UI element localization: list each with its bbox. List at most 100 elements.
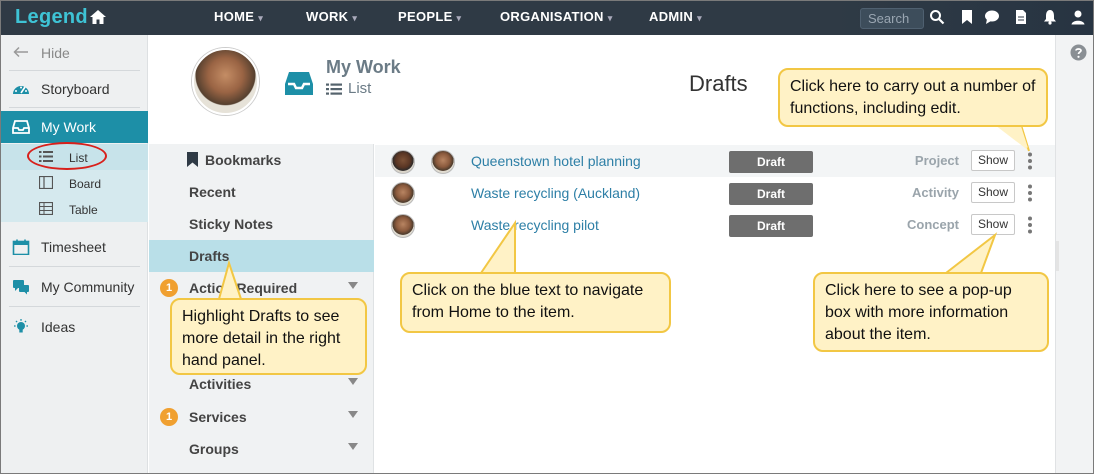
sidebar-subitem-board[interactable]: Board bbox=[1, 170, 148, 196]
menu-item-drafts[interactable]: Drafts bbox=[149, 240, 374, 272]
menu-item-services[interactable]: 1 Services bbox=[149, 401, 374, 433]
search-icon[interactable] bbox=[929, 9, 945, 25]
table-icon bbox=[39, 202, 53, 215]
dashboard-icon bbox=[13, 86, 29, 94]
search-input[interactable]: Search bbox=[860, 8, 924, 29]
nav-home[interactable]: HOME ▾ bbox=[214, 9, 263, 24]
show-button[interactable]: Show bbox=[971, 150, 1015, 171]
nav-work-label: WORK bbox=[306, 9, 349, 24]
home-icon[interactable] bbox=[89, 8, 107, 26]
right-utility-rail bbox=[1055, 35, 1093, 473]
sidebar-divider bbox=[9, 107, 140, 108]
app-logo[interactable]: Legend bbox=[15, 6, 88, 29]
chevron-down-icon[interactable] bbox=[348, 378, 358, 386]
chevron-down-icon[interactable] bbox=[348, 282, 358, 290]
more-options-icon[interactable] bbox=[1027, 216, 1033, 234]
status-badge: Draft bbox=[729, 215, 813, 237]
callout-functions: Click here to carry out a number of func… bbox=[778, 68, 1048, 127]
document-icon[interactable] bbox=[1013, 9, 1029, 25]
chevron-down-icon[interactable] bbox=[348, 443, 358, 451]
sidebar-item-my-work[interactable]: My Work bbox=[1, 111, 148, 143]
help-icon[interactable] bbox=[1070, 44, 1087, 61]
status-badge: Draft bbox=[729, 151, 813, 173]
sidebar-item-label: Storyboard bbox=[41, 81, 110, 97]
highlight-ring bbox=[27, 142, 107, 170]
nav-admin[interactable]: ADMIN ▾ bbox=[649, 9, 702, 24]
avatar[interactable] bbox=[391, 214, 415, 238]
callout-show-popup: Click here to see a pop-up box with more… bbox=[813, 272, 1049, 352]
inbox-icon bbox=[12, 120, 30, 134]
chevron-down-icon: ▾ bbox=[352, 13, 358, 23]
more-options-icon[interactable] bbox=[1027, 152, 1033, 170]
sidebar-subitem-table[interactable]: Table bbox=[1, 196, 148, 222]
nav-people-label: PEOPLE bbox=[398, 9, 453, 24]
table-row: Queenstown hotel planning Draft Project … bbox=[375, 145, 1055, 177]
item-title-link[interactable]: Waste recycling pilot bbox=[471, 217, 599, 233]
sidebar-item-storyboard[interactable]: Storyboard bbox=[1, 71, 148, 107]
sidebar-item-my-community[interactable]: My Community bbox=[1, 269, 148, 305]
callout-drafts: Highlight Drafts to see more detail in t… bbox=[170, 298, 367, 375]
menu-item-recent[interactable]: Recent bbox=[149, 176, 374, 208]
avatar[interactable] bbox=[391, 182, 415, 206]
menu-item-label: Groups bbox=[189, 441, 239, 457]
menu-item-sticky-notes[interactable]: Sticky Notes bbox=[149, 208, 374, 240]
avatar[interactable] bbox=[431, 150, 455, 174]
avatar[interactable] bbox=[192, 48, 259, 115]
sidebar-item-label: Ideas bbox=[41, 319, 76, 335]
menu-item-label: Services bbox=[189, 409, 247, 425]
nav-organisation[interactable]: ORGANISATION ▾ bbox=[500, 9, 613, 24]
sidebar-hide-label: Hide bbox=[41, 45, 70, 61]
menu-item-label: Drafts bbox=[189, 248, 230, 264]
sidebar-item-label: My Community bbox=[41, 279, 135, 295]
item-title-link[interactable]: Waste recycling (Auckland) bbox=[471, 185, 640, 201]
lightbulb-icon bbox=[14, 319, 28, 333]
menu-item-label: Recent bbox=[189, 184, 236, 200]
top-navigation-bar: Legend HOME ▾ WORK ▾ PEOPLE ▾ ORGANISATION ▾… bbox=[1, 1, 1093, 35]
item-type-label: Activity bbox=[912, 185, 959, 200]
sidebar-item-ideas[interactable]: Ideas bbox=[1, 309, 148, 345]
view-indicator: List bbox=[326, 80, 371, 97]
bookmark-icon[interactable] bbox=[959, 9, 975, 25]
menu-item-label: Sticky Notes bbox=[189, 216, 274, 232]
page-title: Drafts bbox=[689, 71, 748, 96]
chat-icon[interactable] bbox=[984, 9, 1000, 25]
show-button[interactable]: Show bbox=[971, 182, 1015, 203]
menu-item-label: Action Required bbox=[189, 280, 298, 296]
chevron-down-icon: ▾ bbox=[258, 13, 264, 23]
item-type-label: Concept bbox=[907, 217, 959, 232]
sidebar-item-label: Timesheet bbox=[41, 239, 106, 255]
sidebar-subitem-label: Board bbox=[69, 177, 102, 191]
page-section-title: My Work bbox=[326, 57, 401, 77]
calendar-icon bbox=[12, 239, 30, 255]
board-icon bbox=[39, 176, 53, 189]
arrow-left-icon bbox=[13, 46, 28, 58]
chevron-down-icon: ▾ bbox=[607, 13, 613, 23]
status-badge: Draft bbox=[729, 183, 813, 205]
bell-icon[interactable] bbox=[1042, 9, 1058, 25]
item-title-link[interactable]: Queenstown hotel planning bbox=[471, 153, 641, 169]
nav-admin-label: ADMIN bbox=[649, 9, 694, 24]
user-icon[interactable] bbox=[1070, 9, 1086, 25]
nav-people[interactable]: PEOPLE ▾ bbox=[398, 9, 461, 24]
chevron-down-icon[interactable] bbox=[348, 411, 358, 419]
menu-item-bookmarks[interactable]: Bookmarks bbox=[149, 144, 374, 176]
screenshot-frame: Legend HOME ▾ WORK ▾ PEOPLE ▾ ORGANISATION ▾… bbox=[0, 0, 1094, 474]
menu-item-groups[interactable]: Groups bbox=[149, 433, 374, 465]
sidebar-subitem-label: Table bbox=[69, 203, 98, 217]
count-badge: 1 bbox=[160, 279, 178, 297]
nav-work[interactable]: WORK ▾ bbox=[306, 9, 357, 24]
show-button[interactable]: Show bbox=[971, 214, 1015, 235]
scrollbar[interactable] bbox=[1056, 241, 1059, 271]
count-badge: 1 bbox=[160, 408, 178, 426]
avatar[interactable] bbox=[391, 150, 415, 174]
sidebar-divider bbox=[9, 306, 140, 307]
table-row: Waste recycling (Auckland) Draft Activit… bbox=[375, 177, 1055, 209]
inbox-icon bbox=[285, 72, 313, 95]
sidebar-hide-toggle[interactable]: Hide bbox=[1, 35, 148, 71]
sidebar-item-timesheet[interactable]: Timesheet bbox=[1, 229, 148, 265]
sidebar-item-label: My Work bbox=[41, 119, 96, 135]
more-options-icon[interactable] bbox=[1027, 184, 1033, 202]
menu-item-label: Bookmarks bbox=[205, 152, 282, 168]
item-type-label: Project bbox=[914, 153, 959, 168]
callout-blue-text: Click on the blue text to navigate from … bbox=[400, 272, 671, 333]
